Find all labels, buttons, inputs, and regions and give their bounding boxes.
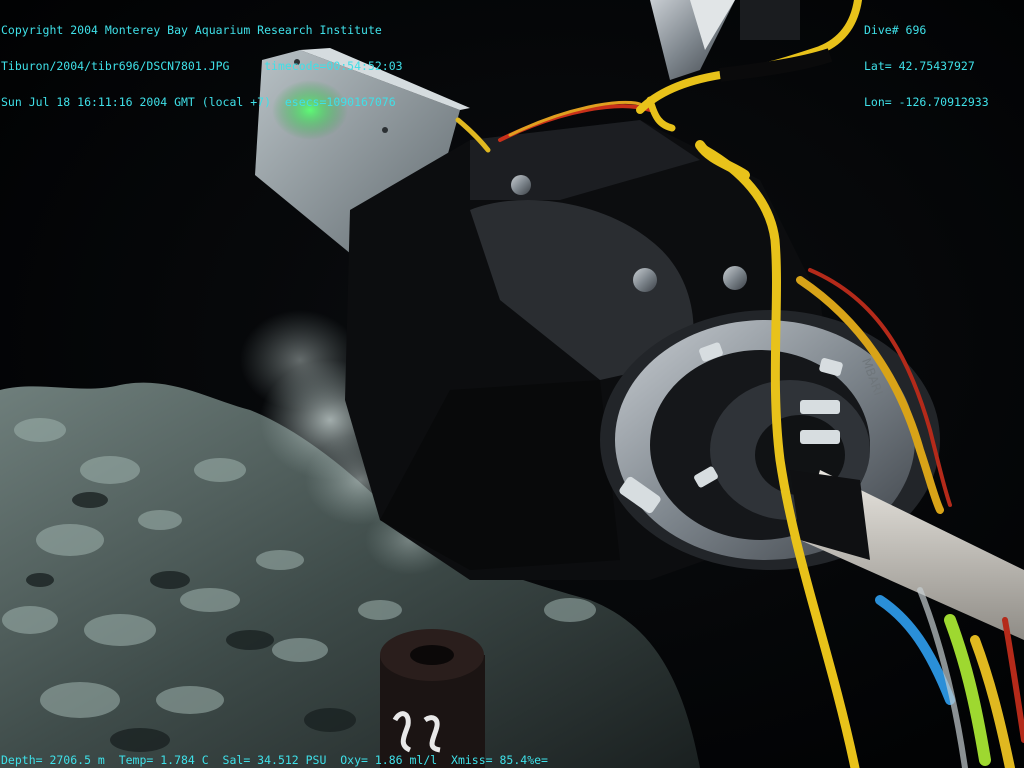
overlay-header-left: Copyright 2004 Monterey Bay Aquarium Res… — [1, 0, 403, 132]
dark-cylinder — [380, 629, 485, 768]
latitude: Lat= 42.75437927 — [864, 59, 975, 73]
dive-number: Dive# 696 — [864, 23, 927, 37]
overlay-sensor-readout: Depth= 2706.5 m Temp= 1.784 C Sal= 34.51… — [1, 753, 548, 767]
overlay-header-right: Dive# 696 Lat= 42.75437927 Lon= -126.709… — [864, 0, 989, 132]
copyright-line: Copyright 2004 Monterey Bay Aquarium Res… — [1, 23, 382, 37]
file-timecode-line: Tiburon/2004/tibr696/DSCN7801.JPG timeco… — [1, 59, 403, 73]
longitude: Lon= -126.70912933 — [864, 95, 989, 109]
date-esecs-line: Sun Jul 18 16:11:16 2004 GMT (local +7) … — [1, 95, 396, 109]
video-frame: MBARI Copyright 2004 Monterey Bay Aquari… — [0, 0, 1024, 768]
